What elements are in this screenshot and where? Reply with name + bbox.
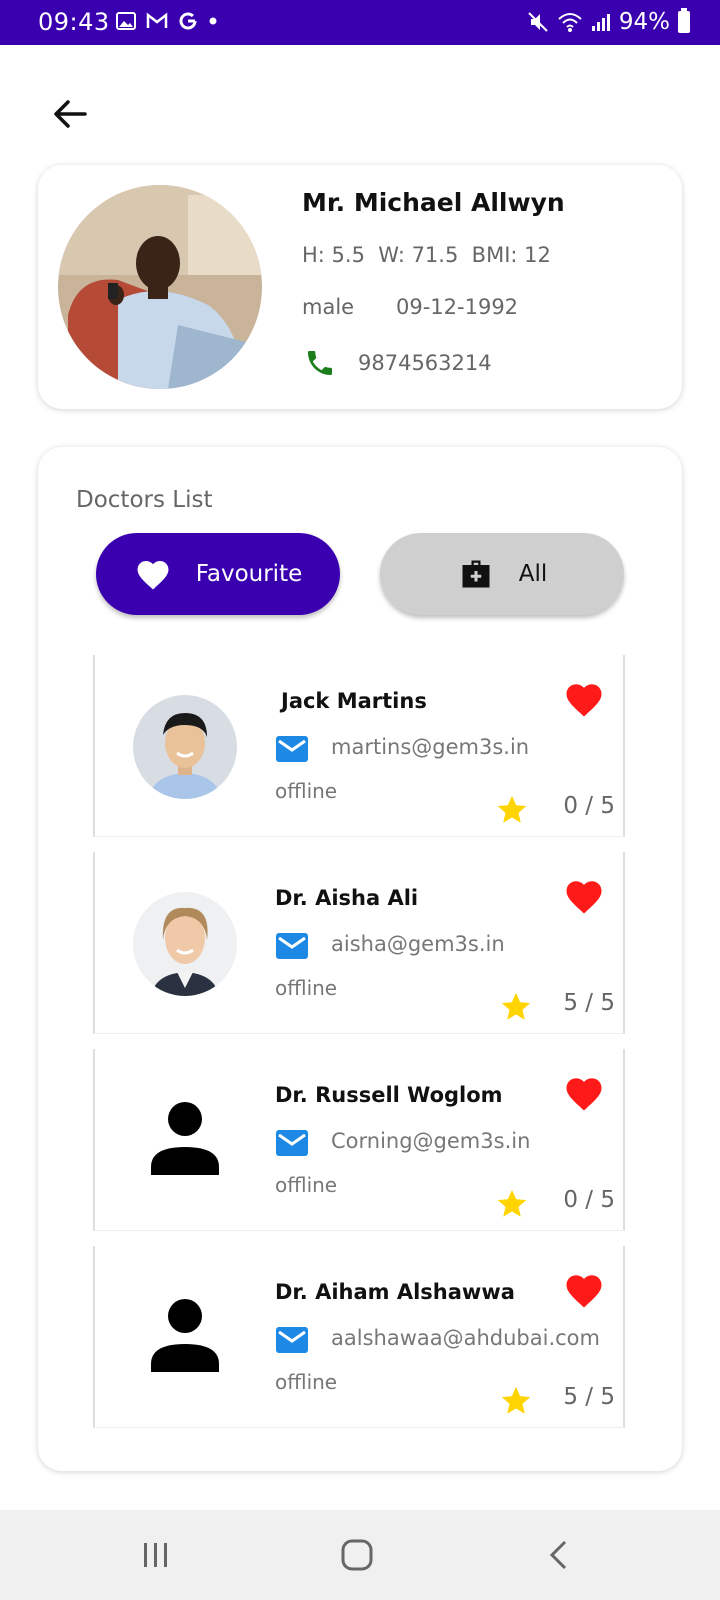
gmail-icon xyxy=(146,12,168,28)
back-button[interactable] xyxy=(48,92,92,136)
star-icon xyxy=(497,1189,527,1217)
profile-card: Mr. Michael Allwyn H: 5.5 W: 71.5 BMI: 1… xyxy=(38,165,682,409)
profile-phone: 9874563214 xyxy=(358,351,492,375)
home-icon xyxy=(341,1539,373,1571)
favourite-heart-icon[interactable] xyxy=(563,1270,605,1310)
doctor-status: offline xyxy=(275,1173,338,1197)
favourite-tab-button[interactable]: Favourite xyxy=(96,533,340,615)
doctor-avatar xyxy=(133,892,237,996)
all-tab-label: All xyxy=(518,561,548,587)
doctor-name: Dr. Aisha Ali xyxy=(275,886,419,910)
status-bar: 09:43 94% xyxy=(0,0,720,45)
mail-icon xyxy=(276,1130,308,1156)
favourite-heart-icon[interactable] xyxy=(563,1073,605,1113)
doctor-email: aalshawaa@ahdubai.com xyxy=(331,1326,600,1350)
notification-icons xyxy=(116,11,218,31)
doctor-status: offline xyxy=(275,779,338,803)
doctor-name: Jack Martins xyxy=(281,689,427,713)
favourite-heart-icon[interactable] xyxy=(563,679,605,719)
star-icon xyxy=(497,795,527,823)
doctor-email: aisha@gem3s.in xyxy=(331,932,505,956)
mail-icon xyxy=(276,736,308,762)
doctor-list-item[interactable]: Dr. Russell Woglom Corning@gem3s.in offl… xyxy=(93,1049,625,1231)
system-back-button[interactable] xyxy=(528,1530,588,1580)
dot-icon xyxy=(209,17,217,25)
medical-bag-icon xyxy=(462,560,490,588)
doctor-rating: 5 / 5 xyxy=(563,990,615,1016)
gallery-icon xyxy=(116,12,136,30)
all-tab-button[interactable]: All xyxy=(380,533,624,615)
star-icon xyxy=(501,1386,531,1414)
doctor-rating: 5 / 5 xyxy=(563,1384,615,1410)
profile-dob: 09-12-1992 xyxy=(396,295,519,319)
doctors-list-title: Doctors List xyxy=(76,487,213,513)
recent-apps-icon xyxy=(144,1543,167,1567)
favourite-tab-label: Favourite xyxy=(195,561,303,587)
battery-percent: 94% xyxy=(618,9,670,35)
doctors-card: Doctors List Favourite All Jack Martins … xyxy=(38,447,682,1471)
mail-icon xyxy=(276,1327,308,1353)
doctor-rating: 0 / 5 xyxy=(563,1187,615,1213)
profile-gender: male xyxy=(302,295,355,319)
doctor-email: martins@gem3s.in xyxy=(331,735,530,759)
phone-icon xyxy=(308,351,332,375)
star-icon xyxy=(501,992,531,1020)
doctor-list-item[interactable]: Dr. Aisha Ali aisha@gem3s.in offline 5 /… xyxy=(93,852,625,1034)
doctor-status: offline xyxy=(275,1370,338,1394)
system-status: 94% xyxy=(527,8,690,35)
doctor-status: offline xyxy=(275,976,338,1000)
profile-avatar xyxy=(58,185,262,389)
doctor-list-item[interactable]: Jack Martins martins@gem3s.in offline 0 … xyxy=(93,655,625,837)
system-navigation-bar xyxy=(0,1510,720,1600)
profile-name: Mr. Michael Allwyn xyxy=(302,188,565,217)
mail-icon xyxy=(276,933,308,959)
arrow-left-icon xyxy=(54,100,87,128)
profile-metrics: H: 5.5 W: 71.5 BMI: 12 xyxy=(302,243,551,267)
favourite-heart-icon[interactable] xyxy=(563,876,605,916)
signal-icon xyxy=(591,14,610,31)
recent-apps-button[interactable] xyxy=(126,1530,186,1580)
person-icon xyxy=(151,1299,219,1372)
doctor-list-item[interactable]: Dr. Aiham Alshawwa aalshawaa@ahdubai.com… xyxy=(93,1246,625,1428)
doctor-rating: 0 / 5 xyxy=(563,793,615,819)
doctor-email: Corning@gem3s.in xyxy=(331,1129,531,1153)
doctor-avatar xyxy=(133,695,237,799)
google-icon xyxy=(179,12,197,30)
heart-icon xyxy=(137,561,169,590)
home-button[interactable] xyxy=(327,1530,387,1580)
battery-icon xyxy=(678,8,690,33)
doctor-name: Dr. Russell Woglom xyxy=(275,1083,503,1107)
mute-icon xyxy=(528,12,548,32)
doctor-name: Dr. Aiham Alshawwa xyxy=(275,1280,515,1304)
wifi-icon xyxy=(558,13,582,32)
person-icon xyxy=(151,1102,219,1175)
status-time: 09:43 xyxy=(38,8,110,36)
chevron-left-icon xyxy=(549,1540,567,1570)
